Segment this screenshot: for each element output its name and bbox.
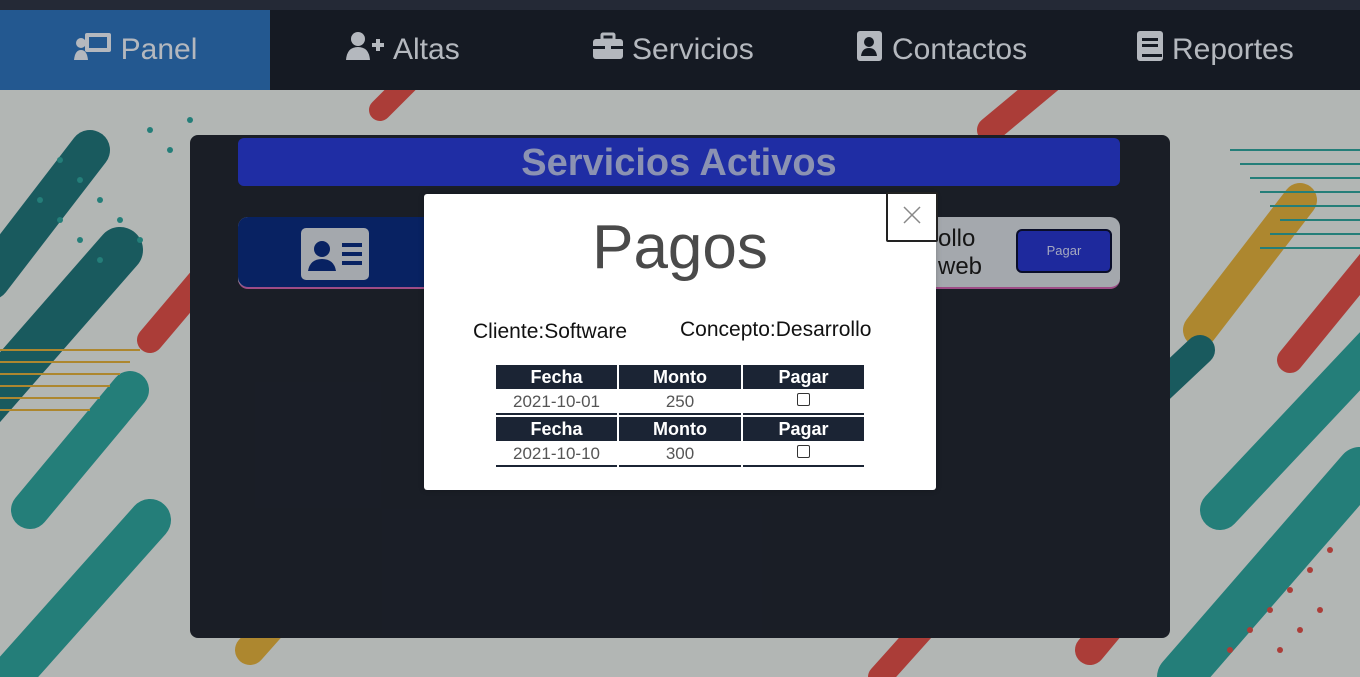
payment-amount: 300 [619,441,741,467]
payment-table-1: Fecha Monto Pagar 2021-10-01 250 [496,365,866,415]
payment-amount: 250 [619,389,741,415]
pay-checkbox[interactable] [797,393,810,407]
header-pagar: Pagar [743,417,864,441]
table-row: 2021-10-10 300 [496,441,866,467]
header-monto: Monto [619,417,741,441]
header-fecha: Fecha [496,365,617,389]
client-label: Cliente:Software [473,320,628,343]
table-header-row: Fecha Monto Pagar [496,365,866,389]
payment-table-2: Fecha Monto Pagar 2021-10-10 300 [496,417,866,467]
pay-checkbox[interactable] [797,445,810,459]
payment-cell [743,389,864,415]
payment-date: 2021-10-01 [496,389,617,415]
table-header-row: Fecha Monto Pagar [496,417,866,441]
header-monto: Monto [619,365,741,389]
header-pagar: Pagar [743,365,864,389]
payments-modal: Pagos Cliente:Software Concepto:Desarrol… [424,192,938,490]
modal-title: Pagos [592,213,768,282]
concept-label: Concepto:Desarrollo [680,318,872,341]
close-button[interactable] [886,192,938,242]
header-fecha: Fecha [496,417,617,441]
table-row: 2021-10-01 250 [496,389,866,415]
payment-cell [743,441,864,467]
payment-date: 2021-10-10 [496,441,617,467]
close-icon [902,205,922,230]
